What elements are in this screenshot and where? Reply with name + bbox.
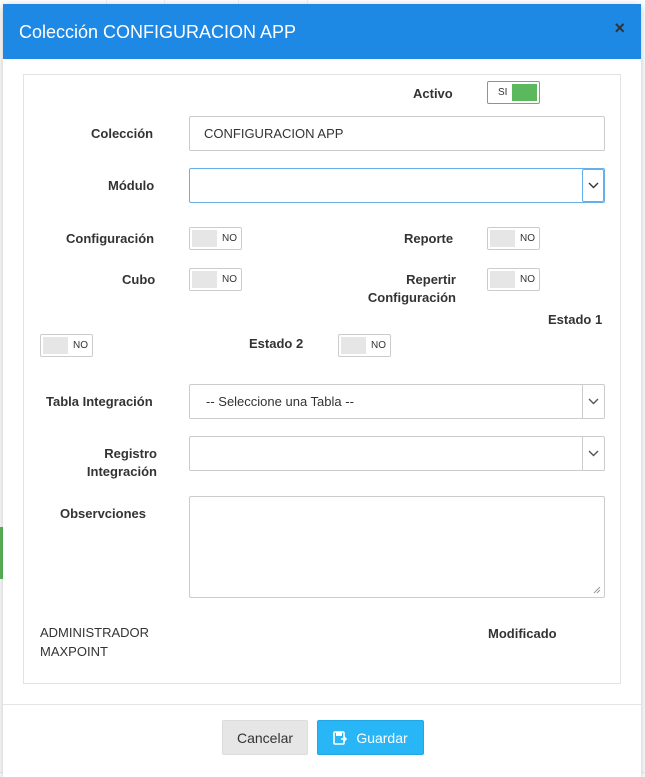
registro-integracion-label-line2: Integración [86,464,157,479]
close-icon[interactable]: × [614,19,625,37]
coleccion-input[interactable]: CONFIGURACION APP [189,116,605,151]
cubo-toggle[interactable]: NO [189,268,242,291]
save-icon [333,730,348,745]
configuracion-label: Configuración [66,231,155,246]
cubo-label: Cubo [122,272,156,287]
chevron-down-icon [582,169,604,202]
repertir-label-line2: Configuración [367,290,456,305]
estado1-label: Estado 1 [548,312,603,327]
observaciones-textarea[interactable] [189,496,605,598]
toggle-text: NO [222,274,237,285]
observaciones-label: Observciones [60,506,146,521]
footer-divider [3,704,641,705]
toggle-knob [43,337,68,354]
modulo-select[interactable] [189,168,605,203]
tabla-integracion-value: -- Seleccione una Tabla -- [206,394,354,409]
user-name-line2: MAXPOINT [40,644,108,659]
dialog-header: Colección CONFIGURACION APP × [3,4,641,59]
toggle-knob [490,271,515,288]
tabla-integracion-label: Tabla Integración [46,394,153,409]
estado1-toggle[interactable]: NO [40,334,93,357]
cancel-button[interactable]: Cancelar [222,720,308,755]
tabla-integracion-select[interactable]: -- Seleccione una Tabla -- [189,384,605,419]
modificado-label: Modificado [488,626,557,641]
toggle-knob [192,271,217,288]
activo-label: Activo [413,86,453,101]
toggle-text: NO [520,233,535,244]
coleccion-dialog: Colección CONFIGURACION APP × Activo SI … [3,4,641,777]
save-button-label: Guardar [356,729,408,746]
registro-integracion-select[interactable] [189,436,605,471]
coleccion-label: Colección [91,126,154,141]
reporte-toggle[interactable]: NO [487,227,540,250]
registro-integracion-label-line1: Registro [104,446,157,461]
toggle-knob [192,230,217,247]
activo-toggle[interactable]: SI [487,81,540,104]
repertir-configuracion-toggle[interactable]: NO [487,268,540,291]
toggle-text: NO [371,340,386,351]
toggle-text: NO [73,340,88,351]
chevron-down-icon [582,385,604,418]
estado2-label: Estado 2 [249,336,304,351]
cancel-button-label: Cancelar [236,729,294,746]
repertir-label-line1: Repertir [406,272,456,287]
toggle-knob [490,230,515,247]
modulo-label: Módulo [108,178,155,193]
resize-handle-icon[interactable] [593,586,601,594]
toggle-knob [512,84,537,101]
dialog-title: Colección CONFIGURACION APP [19,22,297,42]
estado2-toggle[interactable]: NO [338,334,391,357]
user-name-line1: ADMINISTRADOR [40,625,150,640]
toggle-knob [341,337,366,354]
toggle-text: NO [222,233,237,244]
toggle-text: SI [498,87,508,98]
chevron-down-icon [582,437,604,470]
toggle-text: NO [520,274,535,285]
reporte-label: Reporte [404,231,454,246]
save-button[interactable]: Guardar [317,720,424,755]
configuracion-toggle[interactable]: NO [189,227,242,250]
